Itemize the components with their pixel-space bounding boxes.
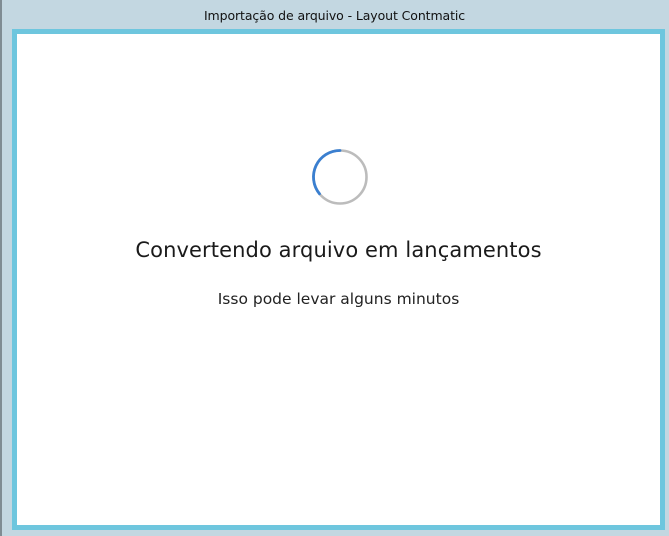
dialog-frame: Convertendo arquivo em lançamentos Isso … [12, 29, 665, 530]
title-bar[interactable]: Importação de arquivo - Layout Contmatic [2, 0, 669, 30]
spinner-arc [312, 149, 342, 196]
loading-headline: Convertendo arquivo em lançamentos [135, 238, 542, 262]
loading-spinner-icon [312, 149, 368, 205]
app-window: Importação de arquivo - Layout Contmatic… [0, 0, 669, 536]
window-title: Importação de arquivo - Layout Contmatic [203, 7, 466, 23]
loading-subline: Isso pode levar alguns minutos [217, 290, 460, 308]
loading-panel: Convertendo arquivo em lançamentos Isso … [17, 34, 660, 525]
